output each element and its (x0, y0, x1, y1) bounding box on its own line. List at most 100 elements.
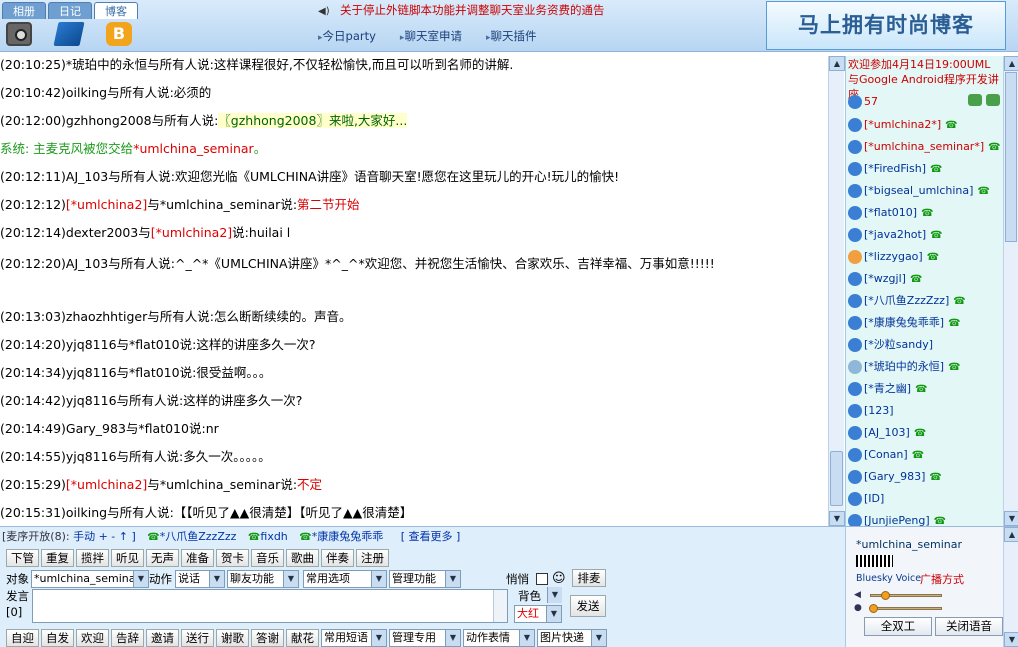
message-sender[interactable]: dexter2003 (66, 225, 138, 240)
user-list-item[interactable]: [AJ_103] ☎ (848, 422, 1002, 444)
message-sender[interactable]: yjq8116 (66, 449, 117, 464)
scroll-up-arrow-icon[interactable]: ▲ (1004, 527, 1018, 542)
user-name[interactable]: [*java2hot] (864, 228, 926, 241)
send-button[interactable]: 发送 (570, 595, 606, 617)
message-recipient[interactable]: *flat010 (138, 421, 189, 436)
mic-user[interactable]: *康康兔兔乖乖 (312, 530, 384, 543)
broadcast-mode[interactable]: 广播方式 (920, 571, 964, 587)
user-list-item[interactable]: [*琥珀中的永恒] ☎ (848, 356, 1002, 378)
user-name[interactable]: [JunjiePeng] (864, 514, 930, 526)
volume-slider[interactable] (870, 591, 942, 600)
command-button[interactable]: 重复 (41, 549, 74, 567)
quick-button[interactable]: 答谢 (251, 629, 284, 647)
user-list-item[interactable]: [*FiredFish] ☎ (848, 158, 1002, 180)
user-list-item[interactable]: [*bigseal_umlchina] ☎ (848, 180, 1002, 202)
quick-select[interactable]: 管理专用 ▼ (389, 629, 461, 647)
mic-slider[interactable] (869, 604, 942, 613)
message-sender[interactable]: [*umlchina2] (66, 477, 147, 492)
user-name[interactable]: [*wzgjl] (864, 272, 906, 285)
diary-book-icon[interactable] (53, 22, 85, 46)
user-name[interactable]: [Conan] (864, 448, 908, 461)
message-sender[interactable]: AJ_103 (66, 169, 108, 184)
user-list-item[interactable]: [JunjiePeng] ☎ (848, 510, 1002, 526)
quick-select[interactable]: 常用短语 ▼ (321, 629, 387, 647)
user-name[interactable]: [*沙粒sandy] (864, 338, 933, 351)
notice-bar[interactable]: ◀) 关于停止外链脚本功能并调整聊天室业务资费的通告 (318, 2, 758, 19)
user-list-item[interactable]: [*lizzygao] ☎ (848, 246, 1002, 268)
scroll-down-arrow-icon[interactable]: ▼ (1004, 632, 1018, 647)
command-button[interactable]: 听见 (111, 549, 144, 567)
user-list-item[interactable]: [Conan] ☎ (848, 444, 1002, 466)
blog-banner[interactable]: 马上拥有时尚博客 (766, 1, 1006, 50)
user-list-scrollbar[interactable]: ▲ ▼ (1003, 56, 1018, 526)
message-sender[interactable]: yjq8116 (66, 365, 117, 380)
tab-blog[interactable]: 博客 (94, 2, 138, 19)
message-sender[interactable]: gzhhong2008 (66, 113, 152, 128)
message-sender[interactable]: oilking (66, 505, 107, 520)
mic-user[interactable]: *八爪鱼ZzzZzz (160, 530, 237, 543)
user-list-scroll-thumb[interactable] (1005, 72, 1017, 242)
message-sender[interactable]: zhaozhhtiger (66, 309, 147, 324)
user-list-item[interactable]: [*青之幽] ☎ (848, 378, 1002, 400)
quick-button[interactable]: 告辞 (111, 629, 144, 647)
user-name[interactable]: [*八爪鱼ZzzZzz] (864, 294, 949, 307)
user-name[interactable]: [*umlchina_seminar*] (864, 140, 984, 153)
notice-text[interactable]: 关于停止外链脚本功能并调整聊天室业务资费的通告 (340, 3, 605, 17)
message-recipient[interactable]: *flat010 (129, 365, 180, 380)
camera-icon[interactable] (6, 22, 32, 46)
view-more-link[interactable]: [ 查看更多 ] (401, 530, 461, 543)
user-list-item[interactable]: [ID] (848, 488, 1002, 510)
message-recipient[interactable]: *umlchina_seminar (160, 477, 281, 492)
user-list-item[interactable]: [*wzgjl] ☎ (848, 268, 1002, 290)
friends-select[interactable]: 聊友功能 ▼ (227, 570, 299, 588)
mic-user[interactable]: fixdh (260, 530, 287, 543)
command-button[interactable]: 揽拌 (76, 549, 109, 567)
quick-button[interactable]: 送行 (181, 629, 214, 647)
action-select[interactable]: 说话 ▼ (175, 570, 225, 588)
bg-color-label[interactable]: 背色 (518, 587, 541, 605)
command-button[interactable]: 歌曲 (286, 549, 319, 567)
command-button[interactable]: 贺卡 (216, 549, 249, 567)
nav-link-party[interactable]: 今日party (318, 28, 376, 44)
message-sender[interactable]: Gary_983 (66, 421, 126, 436)
message-sender[interactable]: oilking (66, 85, 107, 100)
nav-link-apply[interactable]: 聊天室申请 (400, 28, 462, 44)
scroll-down-arrow-icon[interactable]: ▼ (1004, 511, 1018, 526)
manage-select[interactable]: 管理功能 ▼ (389, 570, 461, 588)
mic-slider-knob[interactable] (869, 604, 878, 613)
user-name[interactable]: [*umlchina2*] (864, 118, 941, 131)
quiet-checkbox[interactable] (536, 573, 548, 585)
user-name[interactable]: [*lizzygao] (864, 250, 923, 263)
full-duplex-button[interactable]: 全双工 (864, 617, 932, 636)
message-recipient[interactable]: *flat010 (129, 337, 180, 352)
scroll-down-arrow-icon[interactable]: ▼ (829, 511, 845, 526)
chat-bubble-icon[interactable] (968, 94, 982, 106)
tab-album[interactable]: 相册 (2, 2, 46, 19)
chat-scrollbar[interactable]: ▲ ▼ (828, 56, 845, 526)
user-name[interactable]: [Gary_983] (864, 470, 925, 483)
user-list-item[interactable]: [*康康兔兔乖乖] ☎ (848, 312, 1002, 334)
smiley-icon[interactable]: ☺ (552, 571, 566, 586)
user-list-item[interactable]: [*沙粒sandy] (848, 334, 1002, 356)
mic-queue-mode[interactable]: 手动 + - ↑ ] (73, 530, 136, 543)
quick-button[interactable]: 自发 (41, 629, 74, 647)
quick-button[interactable]: 欢迎 (76, 629, 109, 647)
common-options-select[interactable]: 常用选项 ▼ (303, 570, 387, 588)
volume-slider-knob[interactable] (881, 591, 890, 600)
command-button[interactable]: 准备 (181, 549, 214, 567)
voice-panel-scrollbar[interactable]: ▲ ▼ (1003, 527, 1018, 647)
user-list-item[interactable]: [Gary_983] ☎ (848, 466, 1002, 488)
user-name[interactable]: [*琥珀中的永恒] (864, 360, 944, 373)
message-sender[interactable]: *琥珀中的永恒 (66, 57, 147, 72)
quick-select[interactable]: 动作表情 ▼ (463, 629, 535, 647)
command-button[interactable]: 伴奏 (321, 549, 354, 567)
command-button[interactable]: 音乐 (251, 549, 284, 567)
message-sender[interactable]: yjq8116 (66, 337, 117, 352)
message-input[interactable] (32, 589, 508, 623)
user-list-item[interactable]: [*flat010] ☎ (848, 202, 1002, 224)
user-name[interactable]: [123] (864, 404, 894, 417)
user-name[interactable]: [ID] (864, 492, 884, 505)
user-name[interactable]: [*青之幽] (864, 382, 911, 395)
chat-scroll-thumb[interactable] (830, 451, 843, 506)
queue-mic-button[interactable]: 排麦 (572, 569, 606, 587)
